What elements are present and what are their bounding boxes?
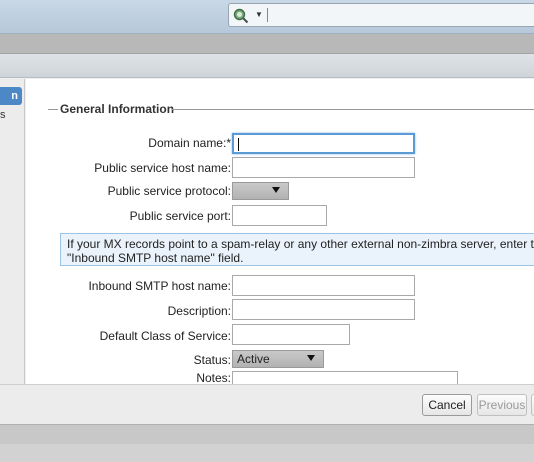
- notes-label: Notes:: [196, 371, 231, 384]
- previous-button[interactable]: Previous: [477, 394, 527, 416]
- search-divider: [267, 8, 268, 22]
- fieldset-border: [48, 109, 58, 110]
- new-domain-dialog: n s General Information Domain name:* Pu…: [0, 54, 534, 424]
- public-protocol-select[interactable]: [232, 182, 289, 200]
- description-label: Description:: [167, 304, 231, 318]
- status-bar: [0, 424, 534, 444]
- text-cursor: [238, 138, 239, 151]
- wizard-steps-pane: n s: [0, 79, 25, 384]
- fieldset-legend: General Information: [60, 102, 175, 116]
- form-content: General Information Domain name:* Public…: [26, 79, 534, 384]
- public-port-label: Public service port:: [129, 209, 231, 223]
- info-message: If your MX records point to a spam-relay…: [60, 233, 534, 266]
- bottom-band: [0, 444, 534, 462]
- top-bar: ▼: [0, 0, 534, 34]
- description-input[interactable]: [232, 299, 415, 320]
- search-dropdown-icon[interactable]: ▼: [255, 10, 263, 19]
- status-select[interactable]: Active: [232, 350, 324, 368]
- chevron-down-icon: [307, 355, 315, 361]
- wizard-step-next[interactable]: s: [0, 107, 22, 123]
- status-label: Status:: [193, 353, 231, 367]
- search-field[interactable]: ▼: [228, 3, 534, 27]
- info-message-line2: "Inbound SMTP host name" field.: [67, 251, 244, 265]
- info-message-line1: If your MX records point to a spam-relay…: [67, 237, 534, 251]
- inbound-smtp-label: Inbound SMTP host name:: [88, 279, 231, 293]
- fieldset-border: [172, 109, 534, 110]
- inbound-smtp-input[interactable]: [232, 275, 415, 296]
- chevron-down-icon: [272, 187, 280, 193]
- public-host-label: Public service host name:: [94, 161, 231, 175]
- public-port-input[interactable]: [232, 205, 327, 226]
- public-host-input[interactable]: [232, 157, 415, 178]
- app-tab-band: [0, 34, 534, 54]
- public-protocol-label: Public service protocol:: [107, 184, 231, 198]
- cancel-button[interactable]: Cancel: [422, 394, 472, 416]
- dialog-footer: Cancel Previous: [0, 384, 534, 424]
- domain-name-input[interactable]: [232, 133, 415, 154]
- dialog-title-bar: [0, 54, 534, 78]
- default-cos-input[interactable]: [232, 324, 350, 345]
- status-value: Active: [237, 352, 270, 366]
- notes-input[interactable]: [232, 371, 458, 384]
- wizard-step-general-information[interactable]: n: [0, 87, 22, 105]
- domain-name-label: Domain name:*: [148, 136, 231, 150]
- default-cos-label: Default Class of Service:: [99, 329, 231, 343]
- search-icon[interactable]: [233, 8, 249, 24]
